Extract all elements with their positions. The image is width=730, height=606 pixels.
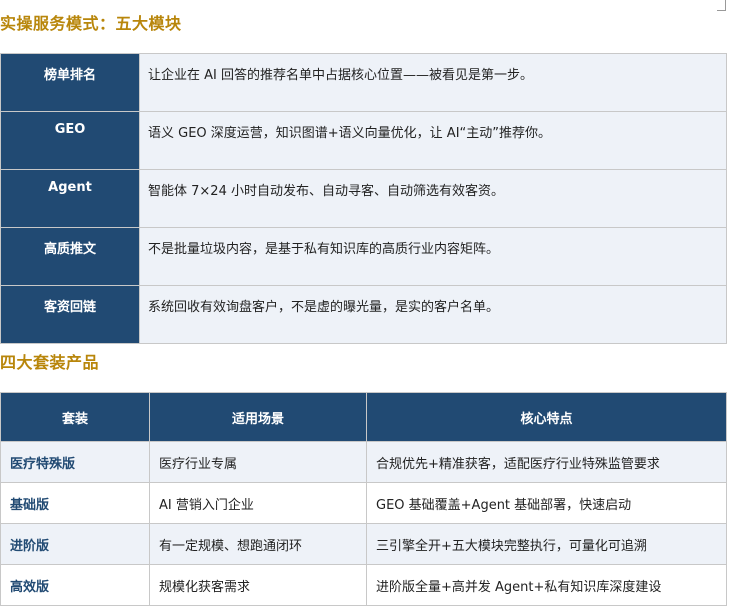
module-row: GEO 语义 GEO 深度运营，知识图谱+语义向量优化，让 AI“主动”推荐你。 [0, 111, 727, 170]
module-desc: 让企业在 AI 回答的推荐名单中占据核心位置——被看见是第一步。 [139, 53, 727, 112]
package-scene: AI 营销入门企业 [149, 482, 367, 524]
section-title-modules: 实操服务模式：五大模块 [0, 14, 182, 33]
module-row: 榜单排名 让企业在 AI 回答的推荐名单中占据核心位置——被看见是第一步。 [0, 53, 727, 112]
package-name: 基础版 [0, 482, 150, 524]
table-header-row: 套装 适用场景 核心特点 [0, 392, 727, 442]
package-name: 高效版 [0, 564, 150, 606]
packages-table: 套装 适用场景 核心特点 医疗特殊版 医疗行业专属 合规优先+精准获客，适配医疗… [0, 392, 727, 606]
package-feature: GEO 基础覆盖+Agent 基础部署，快速启动 [366, 482, 727, 524]
module-name: Agent [0, 169, 140, 228]
module-desc: 不是批量垃圾内容，是基于私有知识库的高质行业内容矩阵。 [139, 227, 727, 286]
package-scene: 有一定规模、想跑通闭环 [149, 523, 367, 565]
module-name: 客资回链 [0, 285, 140, 344]
table-row: 基础版 AI 营销入门企业 GEO 基础覆盖+Agent 基础部署，快速启动 [0, 482, 727, 524]
module-row: Agent 智能体 7×24 小时自动发布、自动寻客、自动筛选有效客资。 [0, 169, 727, 228]
module-name: 高质推文 [0, 227, 140, 286]
package-feature: 三引擎全开+五大模块完整执行，可量化可追溯 [366, 523, 727, 565]
table-row: 进阶版 有一定规模、想跑通闭环 三引擎全开+五大模块完整执行，可量化可追溯 [0, 523, 727, 565]
column-header-scene: 适用场景 [149, 392, 367, 442]
table-row: 高效版 规模化获客需求 进阶版全量+高并发 Agent+私有知识库深度建设 [0, 564, 727, 606]
package-scene: 规模化获客需求 [149, 564, 367, 606]
table-row: 医疗特殊版 医疗行业专属 合规优先+精准获客，适配医疗行业特殊监管要求 [0, 441, 727, 483]
module-name: GEO [0, 111, 140, 170]
module-name: 榜单排名 [0, 53, 140, 112]
column-header-feature: 核心特点 [366, 392, 727, 442]
column-header-package: 套装 [0, 392, 150, 442]
module-desc: 系统回收有效询盘客户，不是虚的曝光量，是实的客户名单。 [139, 285, 727, 344]
module-desc: 智能体 7×24 小时自动发布、自动寻客、自动筛选有效客资。 [139, 169, 727, 228]
package-scene: 医疗行业专属 [149, 441, 367, 483]
package-name: 医疗特殊版 [0, 441, 150, 483]
modules-table: 榜单排名 让企业在 AI 回答的推荐名单中占据核心位置——被看见是第一步。 GE… [0, 53, 727, 344]
section-title-packages: 四大套装产品 [0, 353, 100, 372]
corner-mark [717, 0, 726, 11]
package-feature: 合规优先+精准获客，适配医疗行业特殊监管要求 [366, 441, 727, 483]
package-name: 进阶版 [0, 523, 150, 565]
module-row: 高质推文 不是批量垃圾内容，是基于私有知识库的高质行业内容矩阵。 [0, 227, 727, 286]
package-feature: 进阶版全量+高并发 Agent+私有知识库深度建设 [366, 564, 727, 606]
module-row: 客资回链 系统回收有效询盘客户，不是虚的曝光量，是实的客户名单。 [0, 285, 727, 344]
module-desc: 语义 GEO 深度运营，知识图谱+语义向量优化，让 AI“主动”推荐你。 [139, 111, 727, 170]
